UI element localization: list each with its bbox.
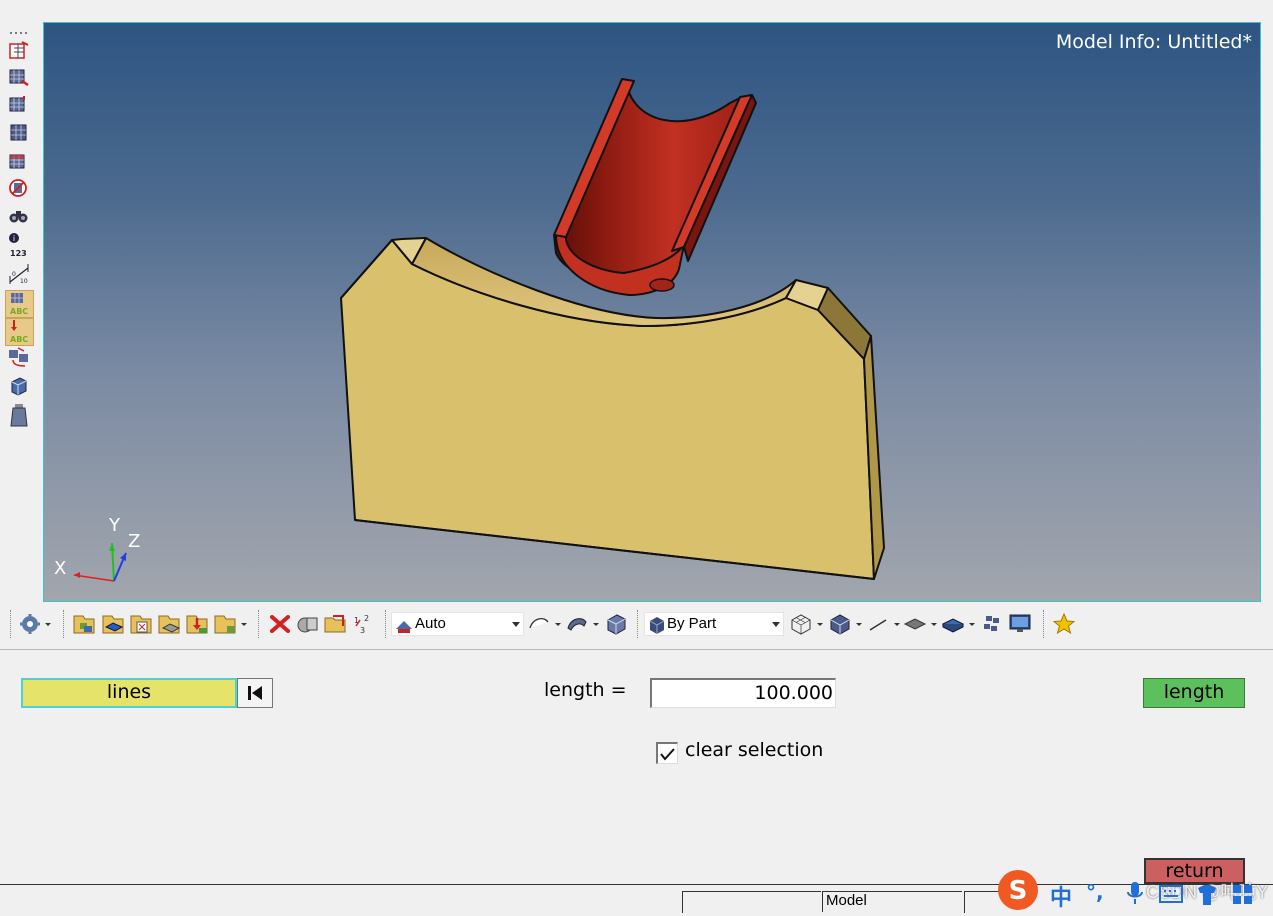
monitor-icon[interactable] (1008, 612, 1032, 636)
shaded-mesh-icon[interactable] (828, 612, 864, 636)
length-input-value: 100.000 (754, 682, 833, 704)
axis-z-label: Z (128, 531, 141, 552)
model-scene[interactable] (44, 23, 1260, 601)
axis-triad (73, 542, 127, 582)
material-icon[interactable] (129, 612, 153, 636)
open-folder-icon[interactable] (323, 612, 347, 636)
ime-logo-icon[interactable]: S (994, 868, 1042, 912)
length-button[interactable]: length (1143, 678, 1245, 708)
wireframe-icon[interactable] (789, 612, 825, 636)
delete-icon[interactable] (268, 612, 292, 636)
color-mode-value: By Part (667, 615, 717, 632)
left-toolbar: i 123 0 10 ABC ABC (0, 18, 40, 438)
measure-icon[interactable]: 0 10 (8, 262, 30, 286)
ime-punctuation-indicator[interactable]: °, (1086, 880, 1104, 904)
line-icon[interactable] (866, 612, 902, 636)
renumber-icon[interactable]: 123 (352, 612, 376, 636)
mesh-icon[interactable] (8, 150, 30, 170)
status-model-cell: Model (822, 891, 962, 912)
clear-selection-label: clear selection (685, 739, 824, 761)
display-mode-value: Auto (415, 615, 446, 632)
panel-divider (0, 649, 1273, 650)
weight-icon[interactable] (8, 402, 30, 428)
tube-part (553, 78, 757, 296)
status-divider (0, 884, 1273, 885)
svg-text:ABC: ABC (10, 335, 28, 344)
set-icon[interactable] (213, 612, 249, 636)
solid-cube-icon[interactable] (604, 612, 628, 636)
first-page-icon (248, 686, 262, 700)
status-cell (682, 891, 821, 913)
keyboard-icon[interactable] (1158, 882, 1184, 906)
component-icon[interactable] (101, 612, 125, 636)
label-icon[interactable]: ABC (5, 318, 34, 346)
mesh-icon[interactable] (8, 122, 30, 142)
svg-text:123: 123 (10, 249, 27, 258)
options-gear-icon[interactable] (18, 612, 52, 636)
star-icon[interactable] (1052, 612, 1076, 636)
label-icon[interactable]: ABC (5, 290, 34, 318)
property-icon[interactable] (157, 612, 181, 636)
load-collector-icon[interactable] (185, 612, 209, 636)
lines-selector-button[interactable]: lines (21, 678, 237, 708)
svg-text:S: S (1009, 876, 1028, 906)
surface-icon[interactable] (527, 612, 563, 636)
microphone-icon[interactable] (1124, 880, 1146, 908)
page-icon[interactable] (8, 40, 30, 60)
parts-icon[interactable] (72, 612, 96, 636)
length-label: length = (544, 679, 627, 701)
ime-language-indicator[interactable]: 中 (1050, 880, 1072, 912)
svg-text:0: 0 (12, 271, 16, 278)
shapes-icon[interactable] (296, 612, 320, 636)
mesh-icon[interactable] (8, 67, 30, 87)
ime-grid-icon[interactable] (1230, 882, 1256, 908)
mesh-icon[interactable] (8, 94, 30, 114)
svg-text:2: 2 (364, 614, 369, 623)
shirt-icon[interactable] (1194, 882, 1220, 908)
grid-icon[interactable] (980, 612, 1004, 636)
transform-icon[interactable] (8, 346, 30, 370)
shaded-surface-icon[interactable] (565, 612, 601, 636)
cube-icon[interactable] (8, 376, 30, 396)
checkmark-icon (660, 748, 675, 761)
svg-text:10: 10 (20, 278, 28, 285)
shaded-plane-icon[interactable] (941, 612, 977, 636)
axis-y-label: Y (109, 515, 120, 536)
organize-icon[interactable] (8, 178, 30, 198)
svg-text:i: i (13, 234, 15, 243)
axis-x-label: X (54, 558, 67, 579)
find-icon[interactable] (8, 206, 30, 226)
length-input[interactable]: 100.000 (650, 678, 836, 708)
svg-text:ABC: ABC (10, 307, 28, 316)
main-toolbar: 123 Auto By Part (0, 606, 1273, 642)
clear-selection-checkbox[interactable] (656, 742, 678, 764)
display-mode-dropdown[interactable]: Auto (391, 612, 524, 636)
color-mode-dropdown[interactable]: By Part (644, 612, 784, 636)
info-icon[interactable]: i 123 (8, 232, 30, 260)
grip-icon[interactable] (8, 22, 30, 34)
status-model-label: Model (826, 892, 867, 909)
plane-icon[interactable] (903, 612, 939, 636)
graphics-viewport[interactable]: Model Info: Untitled* X Y Z (43, 22, 1261, 602)
svg-text:3: 3 (360, 626, 365, 635)
reset-selection-button[interactable] (237, 678, 273, 708)
